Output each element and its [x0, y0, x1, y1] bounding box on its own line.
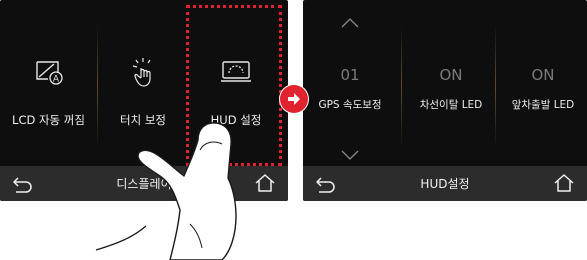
lcd-auto-off-tile[interactable]: A LCD 자동 꺼짐 [0, 0, 97, 166]
gps-speed-correction-value: 01 [340, 66, 360, 84]
gps-speed-correction-setting[interactable]: 01 GPS 속도보정 [303, 0, 397, 166]
back-arrow-icon[interactable] [315, 174, 337, 194]
lane-departure-led-label: 차선이탈 LED [419, 99, 483, 111]
touch-calibration-icon [129, 52, 157, 92]
svg-text:A: A [52, 75, 59, 85]
home-icon[interactable] [254, 173, 276, 193]
bottom-bar: 디스플레이 [0, 166, 288, 201]
hud-settings-tile[interactable]: HUD 설정 [188, 0, 284, 166]
hud-settings-label: HUD 설정 [210, 113, 262, 127]
hud-settings-screen: 01 GPS 속도보정 ON 차선이탈 LED ON 앞차출발 LED HUD설… [303, 0, 587, 201]
hud-settings-icon [221, 52, 251, 92]
front-car-departure-led-setting[interactable]: ON 앞차출발 LED [496, 0, 587, 166]
next-arrow-icon [280, 85, 308, 113]
screen-title: 디스플레이 [116, 177, 172, 191]
lane-departure-led-value: ON [439, 66, 463, 84]
lane-departure-led-setting[interactable]: ON 차선이탈 LED [404, 0, 498, 166]
front-car-departure-led-value: ON [531, 66, 555, 84]
front-car-departure-led-label: 앞차출발 LED [511, 99, 575, 111]
lcd-auto-off-label: LCD 자동 꺼짐 [12, 113, 85, 127]
home-icon[interactable] [553, 173, 575, 193]
screen-title: HUD설정 [420, 177, 470, 191]
divider [401, 24, 402, 148]
touch-calibration-tile[interactable]: 터치 보정 [98, 0, 188, 166]
chevron-up-icon[interactable] [341, 14, 359, 28]
chevron-down-icon[interactable] [341, 146, 359, 160]
display-menu-screen: A LCD 자동 꺼짐 터치 보정 HUD 설정 디스플레이 [0, 0, 288, 201]
back-arrow-icon[interactable] [12, 174, 34, 194]
lcd-auto-off-icon: A [34, 52, 64, 92]
touch-calibration-label: 터치 보정 [120, 113, 166, 127]
gps-speed-correction-label: GPS 속도보정 [318, 99, 382, 111]
bottom-bar: HUD설정 [303, 166, 587, 201]
